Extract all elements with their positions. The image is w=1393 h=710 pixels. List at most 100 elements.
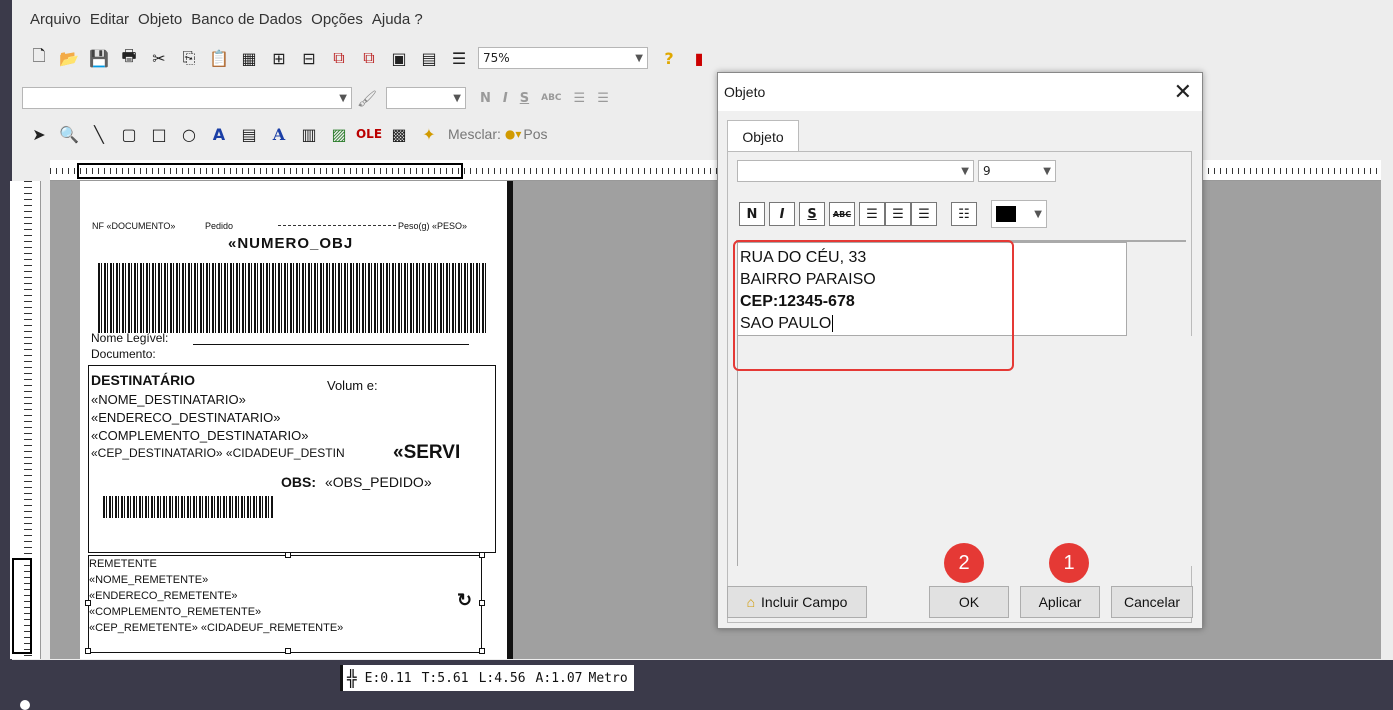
dialog-font-select[interactable]: ▼ (737, 160, 974, 182)
resize-handle[interactable] (479, 600, 485, 606)
text-box-tool-icon[interactable]: A (208, 123, 230, 145)
ole-tool-icon[interactable]: OLE (356, 123, 382, 145)
dialog-bold-button[interactable]: N (739, 202, 765, 226)
text-color-select[interactable]: ▼ (991, 200, 1047, 228)
distribute-v-icon[interactable]: ⊟ (298, 47, 320, 69)
peso-field[interactable]: Peso(g) «PESO» (398, 221, 467, 231)
resize-handle[interactable] (285, 552, 291, 558)
rotate-icon[interactable]: ↻ (457, 590, 472, 611)
properties-icon[interactable]: ▤ (418, 47, 440, 69)
rect-tool-icon[interactable]: □ (148, 123, 170, 145)
align-left-icon[interactable]: ☰ (574, 91, 586, 106)
ok-button[interactable]: OK (929, 586, 1009, 618)
bold-button[interactable]: N (480, 91, 491, 106)
underline-button[interactable]: S (520, 91, 529, 106)
field-tool-icon[interactable]: ▤ (238, 123, 260, 145)
line-tool-icon[interactable]: ╲ (88, 123, 110, 145)
label-tool-icon[interactable]: A (268, 123, 290, 145)
menu-opcoes[interactable]: Opções (311, 11, 363, 28)
step-badge-apply: 1 (1049, 543, 1089, 583)
paste-icon[interactable]: 📋 (208, 47, 230, 69)
menu-editar[interactable]: Editar (90, 11, 129, 28)
label-page[interactable]: NF «DOCUMENTO» Pedido Peso(g) «PESO» «NU… (80, 181, 513, 659)
tracking-barcode[interactable] (98, 263, 486, 333)
bring-front-icon[interactable]: ⧉ (328, 47, 350, 69)
zoom-select[interactable]: 75% ▼ (478, 47, 648, 69)
resize-handle[interactable] (85, 600, 91, 606)
resize-handle[interactable] (85, 648, 91, 654)
new-file-icon[interactable]: 🗋 (28, 46, 50, 69)
save-icon[interactable]: 💾 (88, 47, 110, 69)
nome-destinatario-field[interactable]: «NOME_DESTINATARIO» (91, 392, 246, 407)
resize-handle[interactable] (479, 648, 485, 654)
help-icon[interactable]: ? (658, 47, 680, 69)
menu-arquivo[interactable]: Arquivo (30, 11, 81, 28)
grid-icon: ╬ (347, 668, 357, 688)
cep-remetente-field[interactable]: «CEP_REMETENTE» «CIDADEUF_REMETENTE» (89, 622, 343, 634)
zoom-tool-icon[interactable]: 🔍 (58, 123, 80, 145)
complemento-remetente-field[interactable]: «COMPLEMENTO_REMETENTE» (89, 606, 261, 618)
resize-handle[interactable] (285, 648, 291, 654)
dialog-font-size-value: 9 (983, 164, 991, 178)
aplicar-button[interactable]: Aplicar (1020, 586, 1100, 618)
destinatario-box[interactable]: DESTINATÁRIO Volum e: «NOME_DESTINATARIO… (88, 365, 496, 553)
nf-document-field[interactable]: NF «DOCUMENTO» (92, 221, 175, 231)
align-right-icon[interactable]: ☰ (911, 202, 937, 226)
tab-objeto[interactable]: Objeto (727, 120, 799, 153)
obs-pedido-field[interactable]: «OBS_PEDIDO» (325, 474, 432, 490)
remetente-box[interactable]: REMETENTE «NOME_REMETENTE» «ENDERECO_REM… (85, 552, 485, 654)
pointer-icon[interactable]: ➤ (28, 123, 50, 145)
distribute-h-icon[interactable]: ⊞ (268, 47, 290, 69)
chevron-down-icon: ▼ (961, 165, 969, 177)
close-icon[interactable]: ✕ (1174, 79, 1192, 105)
pedido-field[interactable]: Pedido (205, 221, 233, 231)
incluir-campo-label: Incluir Campo (761, 594, 848, 610)
copy-icon[interactable]: ⎘ (178, 47, 200, 69)
nome-remetente-field[interactable]: «NOME_REMETENTE» (89, 574, 208, 586)
field-add-icon: ⌂ (746, 594, 756, 610)
align-center-icon[interactable]: ☰ (885, 202, 911, 226)
align-grid-icon[interactable]: ▦ (238, 47, 260, 69)
align-left-icon[interactable]: ☰ (859, 202, 885, 226)
dialog-underline-button[interactable]: S (799, 202, 825, 226)
endereco-destinatario-field[interactable]: «ENDERECO_DESTINATARIO» (91, 410, 281, 425)
menu-banco-de-dados[interactable]: Banco de Dados (191, 11, 302, 28)
send-back-icon[interactable]: ⧉ (358, 47, 380, 69)
barcode-tool-icon[interactable]: ▥ (298, 123, 320, 145)
italic-button[interactable]: I (503, 91, 508, 106)
endereco-remetente-field[interactable]: «ENDERECO_REMETENTE» (89, 590, 238, 602)
exit-door-icon[interactable]: ▮ (688, 47, 710, 69)
menu-objeto[interactable]: Objeto (138, 11, 182, 28)
bullet-list-icon[interactable]: ☷ (951, 202, 977, 226)
menu-bar: Arquivo Editar Objeto Banco de Dados Opç… (12, 0, 1393, 38)
open-folder-icon[interactable]: 📂 (58, 47, 80, 69)
dialog-italic-button[interactable]: I (769, 202, 795, 226)
incluir-campo-button[interactable]: ⌂ Incluir Campo (727, 586, 867, 618)
datamatrix-tool-icon[interactable]: ▩ (388, 123, 410, 145)
status-l: L:4.56 (478, 670, 526, 686)
image-tool-icon[interactable]: ▨ (328, 123, 350, 145)
dialog-strike-button[interactable]: ABC (829, 202, 855, 226)
cep-barcode[interactable] (103, 496, 273, 518)
cut-icon[interactable]: ✂ (148, 47, 170, 69)
rounded-rect-tool-icon[interactable]: ▢ (118, 123, 140, 145)
strike-button[interactable]: ABC (541, 93, 561, 103)
merge-icon[interactable]: ✦ (418, 123, 440, 145)
complemento-destinatario-field[interactable]: «COMPLEMENTO_DESTINATARIO» (91, 428, 308, 443)
align-center-icon[interactable]: ☰ (597, 91, 609, 106)
numero-obj-field[interactable]: «NUMERO_OBJ (228, 235, 353, 252)
servico-field[interactable]: «SERVI (393, 442, 460, 464)
print-icon[interactable]: 🖶 (118, 46, 140, 69)
font-size-select[interactable]: ▼ (386, 87, 466, 109)
menu-ajuda[interactable]: Ajuda ? (372, 11, 423, 28)
font-name-select[interactable]: ▼ (22, 87, 352, 109)
merge-dropdown-icon[interactable]: ●▾ (505, 127, 522, 141)
ellipse-tool-icon[interactable]: ○ (178, 123, 200, 145)
resize-handle[interactable] (479, 552, 485, 558)
color-fill-icon[interactable]: 🖌 (356, 87, 378, 109)
cancelar-button[interactable]: Cancelar (1111, 586, 1193, 618)
cep-destinatario-field[interactable]: «CEP_DESTINATARIO» «CIDADEUF_DESTIN (91, 446, 345, 460)
list-icon[interactable]: ☰ (448, 47, 470, 69)
dialog-font-size-select[interactable]: 9 ▼ (978, 160, 1056, 182)
page-setup-icon[interactable]: ▣ (388, 47, 410, 69)
